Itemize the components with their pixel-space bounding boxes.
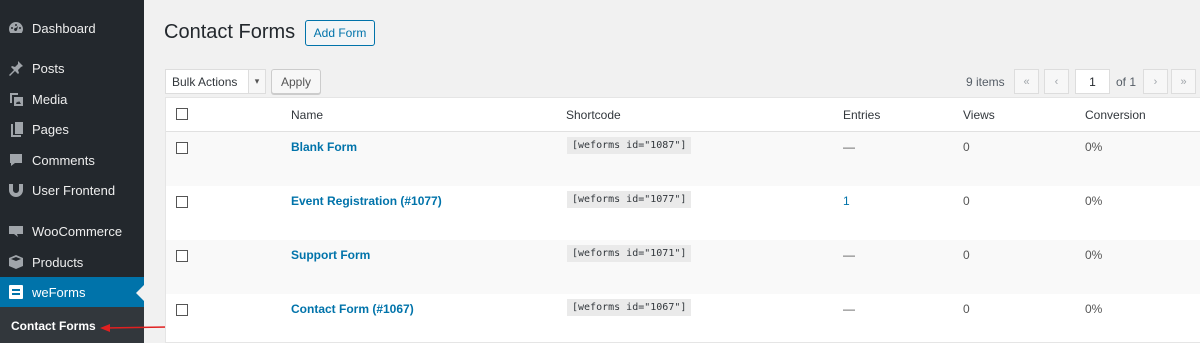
- active-indicator: [136, 285, 144, 301]
- column-header-name[interactable]: Name: [291, 108, 323, 122]
- menu-label: Pages: [32, 121, 69, 137]
- column-header-conversion: Conversion: [1085, 108, 1146, 122]
- form-shortcode: [weforms id="1077"]: [567, 191, 692, 208]
- table-header: Name Shortcode Entries Views Conversion: [166, 98, 1200, 132]
- menu-label: User Frontend: [32, 182, 116, 198]
- forms-table: Name Shortcode Entries Views Conversion …: [165, 97, 1200, 343]
- table-row: Contact Form (#1067) [weforms id="1067"]…: [166, 294, 1200, 343]
- menu-item-pages[interactable]: Pages: [0, 114, 144, 144]
- form-conversion: 0%: [1085, 248, 1103, 262]
- menu-label: WooCommerce: [32, 223, 123, 239]
- page-title: Contact Forms: [164, 21, 296, 43]
- next-page-button[interactable]: ›: [1143, 69, 1168, 94]
- menu-label: Media: [32, 91, 68, 107]
- form-views: 0: [963, 248, 970, 262]
- submenu-item-contact-forms[interactable]: Contact Forms: [11, 319, 96, 333]
- user-frontend-icon: [8, 182, 24, 198]
- column-header-entries: Entries: [843, 108, 881, 122]
- form-name-link[interactable]: Support Form: [291, 248, 370, 262]
- pin-icon: [8, 60, 24, 76]
- form-views: 0: [963, 140, 970, 154]
- form-name-link[interactable]: Contact Form (#1067): [291, 302, 414, 316]
- add-form-button[interactable]: Add Form: [305, 20, 375, 46]
- weforms-icon: [8, 284, 24, 300]
- current-page-input[interactable]: 1: [1075, 69, 1110, 94]
- table-row: Event Registration (#1077) [weforms id="…: [166, 186, 1200, 240]
- menu-item-dashboard[interactable]: Dashboard: [0, 13, 144, 43]
- items-count: 9 items: [966, 75, 1005, 89]
- row-checkbox[interactable]: [176, 142, 188, 154]
- products-icon: [8, 254, 24, 270]
- bulk-actions-value: Bulk Actions: [172, 74, 238, 89]
- menu-separator: [0, 50, 144, 51]
- total-pages: of 1: [1116, 75, 1137, 89]
- form-entries-link[interactable]: 1: [843, 194, 850, 208]
- form-conversion: 0%: [1085, 194, 1103, 208]
- row-checkbox[interactable]: [176, 196, 188, 208]
- form-entries: —: [843, 248, 855, 262]
- pages-icon: [8, 121, 24, 137]
- select-all-checkbox[interactable]: [176, 108, 188, 120]
- column-header-shortcode: Shortcode: [566, 108, 621, 122]
- form-entries: —: [843, 140, 855, 154]
- form-shortcode: [weforms id="1071"]: [567, 245, 692, 262]
- comments-icon: [8, 152, 24, 168]
- prev-page-button[interactable]: ‹: [1044, 69, 1069, 94]
- bulk-actions-select[interactable]: Bulk Actions ▾: [165, 69, 266, 94]
- form-entries: —: [843, 302, 855, 316]
- first-page-button[interactable]: «: [1014, 69, 1039, 94]
- chevron-down-icon: ▾: [248, 70, 265, 93]
- menu-item-woocommerce[interactable]: WooCommerce: [0, 216, 144, 246]
- menu-item-media[interactable]: Media: [0, 84, 144, 114]
- admin-sidebar: Dashboard Posts Media Pages Comments Use…: [0, 0, 144, 343]
- row-checkbox[interactable]: [176, 250, 188, 262]
- form-conversion: 0%: [1085, 302, 1103, 316]
- table-row: Blank Form [weforms id="1087"] — 0 0%: [166, 132, 1200, 186]
- row-checkbox[interactable]: [176, 304, 188, 316]
- table-row: Support Form [weforms id="1071"] — 0 0%: [166, 240, 1200, 294]
- form-name-link[interactable]: Event Registration (#1077): [291, 194, 442, 208]
- menu-item-weforms[interactable]: weForms: [0, 277, 144, 307]
- media-icon: [8, 91, 24, 107]
- form-shortcode: [weforms id="1087"]: [567, 137, 692, 154]
- menu-label: Products: [32, 254, 84, 270]
- menu-item-posts[interactable]: Posts: [0, 53, 144, 83]
- menu-item-comments[interactable]: Comments: [0, 145, 144, 175]
- menu-item-user-frontend[interactable]: User Frontend: [0, 175, 144, 205]
- form-views: 0: [963, 194, 970, 208]
- form-views: 0: [963, 302, 970, 316]
- dashboard-icon: [8, 20, 24, 36]
- last-page-button[interactable]: »: [1171, 69, 1196, 94]
- apply-button[interactable]: Apply: [271, 69, 321, 94]
- form-conversion: 0%: [1085, 140, 1103, 154]
- menu-label: Comments: [32, 152, 95, 168]
- menu-label: Dashboard: [32, 20, 96, 36]
- column-header-views: Views: [963, 108, 995, 122]
- form-shortcode: [weforms id="1067"]: [567, 299, 692, 316]
- woocommerce-icon: [8, 223, 24, 239]
- menu-item-products[interactable]: Products: [0, 247, 144, 277]
- menu-label: Posts: [32, 60, 65, 76]
- menu-label: weForms: [32, 284, 86, 300]
- form-name-link[interactable]: Blank Form: [291, 140, 357, 154]
